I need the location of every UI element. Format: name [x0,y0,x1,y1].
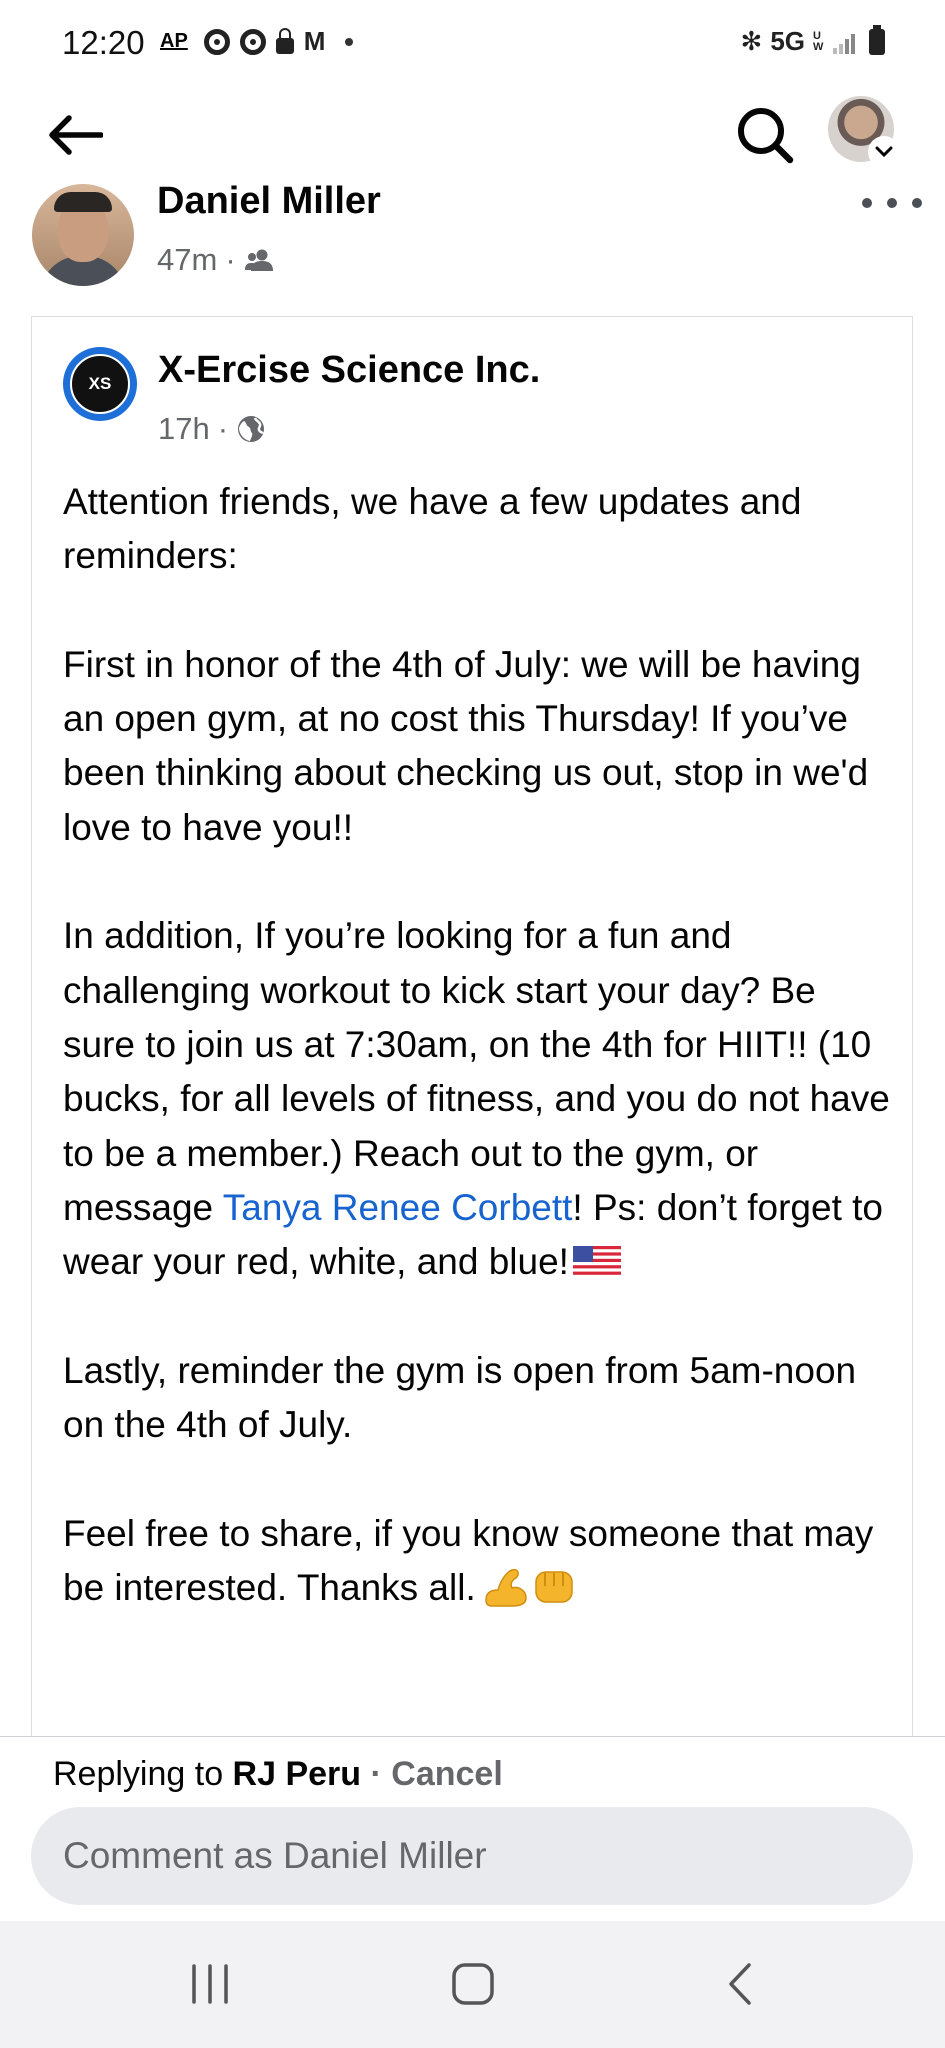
author-avatar[interactable] [32,184,134,286]
system-back-button[interactable] [695,1949,785,2019]
cancel-reply-button[interactable]: Cancel [391,1755,503,1793]
signal-icon [833,30,855,54]
us-flag-emoji-icon [572,1246,621,1279]
fist-emoji-icon [534,1571,573,1603]
system-navigation-bar [0,1921,945,2048]
nav-back-icon [729,1963,751,2005]
battery-icon [869,24,885,55]
post-paragraph: Lastly, reminder the gym is open from 5a… [63,1349,857,1446]
shared-post-card[interactable]: XS X-Ercise Science Inc. 17h · Attention… [31,316,913,1736]
post-author-row: Daniel Miller 47m · [0,180,945,290]
globe-icon [238,416,265,442]
post-text: In addition, If you’re looking for a fun… [63,915,890,1228]
shared-post-time[interactable]: 17h [158,411,210,447]
page-name[interactable]: X-Ercise Science Inc. [158,349,540,392]
replying-to-label: Replying to [53,1755,233,1793]
network-suffix: UW [813,29,824,53]
post-paragraph: First in honor of the 4th of July: we wi… [63,643,869,848]
chevron-down-icon [870,138,898,166]
back-button[interactable] [40,100,110,170]
reply-composer: Replying to RJ Peru · Cancel [0,1736,945,1922]
post-time[interactable]: 47m [157,242,217,278]
app-header [0,90,945,180]
friends-icon [244,249,273,271]
reply-separator: · [361,1755,392,1793]
post-body: Attention friends, we have a few updates… [63,475,893,1615]
meta-separator: · [225,242,236,277]
page-meta: 17h · [158,411,266,447]
more-notifications-dot-icon [345,37,354,46]
notification-icons: AP M [160,26,354,57]
comment-input[interactable] [31,1807,913,1905]
post-paragraph: Feel free to share, if you know someone … [63,1507,893,1616]
bluetooth-icon: ✻ [740,26,763,56]
post-text: Feel free to share, if you know someone … [63,1512,874,1608]
target-app-icon-2 [239,28,266,55]
search-icon [738,108,794,164]
system-icons: ✻ 5G UW [740,24,885,57]
lock-icon [275,27,294,54]
flexed-biceps-emoji-icon [484,1568,527,1607]
reply-target-name[interactable]: RJ Peru [233,1755,362,1793]
status-bar: 12:20 AP M ✻ 5G UW [0,0,945,90]
page-logo: XS [70,354,130,414]
home-button[interactable] [428,1949,518,2019]
author-name[interactable]: Daniel Miller [157,180,381,223]
gmail-icon: M [303,26,326,56]
more-dots-icon [862,198,872,208]
post-paragraph: Attention friends, we have a few updates… [63,481,802,577]
post-paragraph: In addition, If you’re looking for a fun… [63,909,893,1289]
ap-news-icon: AP [160,30,188,52]
recents-icon [192,1964,228,2004]
author-meta: 47m · [157,242,274,278]
network-label: 5G [770,26,805,56]
recents-button[interactable] [165,1949,255,2019]
replying-to-row: Replying to RJ Peru · Cancel [53,1755,503,1794]
target-app-icon [203,28,230,55]
profile-avatar-button[interactable] [828,96,898,166]
mention-link[interactable]: Tanya Renee Corbett [223,1187,573,1228]
more-options-button[interactable] [862,188,922,218]
home-icon [452,1963,494,2005]
page-avatar[interactable]: XS [63,347,137,421]
status-time: 12:20 [62,24,145,61]
meta-separator: · [217,411,229,446]
search-button[interactable] [730,100,800,170]
arrow-left-icon [49,115,103,155]
